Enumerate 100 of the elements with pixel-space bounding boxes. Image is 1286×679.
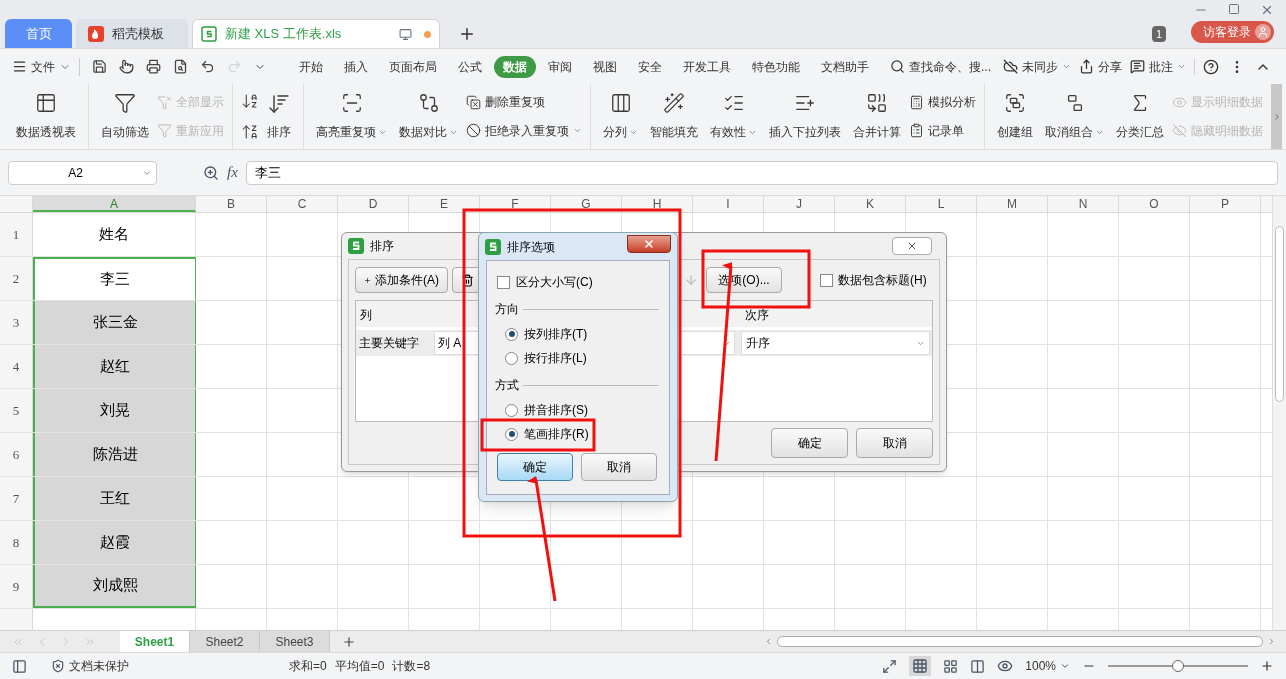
column-header[interactable]: D (338, 196, 409, 212)
column-header[interactable]: C (267, 196, 338, 212)
row-header[interactable]: 8 (0, 521, 33, 564)
menu-tab[interactable]: 插入 (335, 55, 377, 78)
ribbon-label: 删除重复项 (485, 94, 545, 112)
ribbon-label: 创建组 (997, 124, 1033, 141)
ribbon-label: 模拟分析 (928, 94, 976, 112)
row-header[interactable]: 1 (0, 213, 33, 256)
protection-status: 文档未保护 (69, 658, 129, 675)
column-header[interactable]: H (622, 196, 693, 212)
menu-tab[interactable]: 开发工具 (674, 55, 740, 78)
ribbon-small-button[interactable]: 拒绝录入重复项 (466, 121, 582, 140)
cancel-button[interactable]: 取消 (856, 428, 933, 458)
ribbon-button[interactable]: 自动筛选 (97, 88, 153, 145)
menu-action[interactable]: 分享 (1079, 57, 1122, 76)
radio-label[interactable]: 按行排序(L) (524, 349, 587, 367)
radio-label[interactable]: 按列排序(T) (524, 325, 588, 343)
formula-field[interactable]: 李三 (245, 160, 1278, 185)
ribbon-button[interactable]: 插入下拉列表 (765, 88, 845, 145)
status-statistic: 求和=0 (289, 658, 327, 675)
ribbon-button[interactable]: 取消组合 (1041, 88, 1108, 145)
column-header[interactable]: A (33, 196, 196, 212)
ribbon-small-button[interactable]: 记录单 (909, 121, 976, 140)
column-header[interactable]: O (1119, 196, 1190, 212)
sheet-tab[interactable]: Sheet3 (260, 631, 330, 652)
row-header[interactable]: 4 (0, 345, 33, 388)
ribbon-label: 高亮重复项 (316, 123, 387, 141)
menu-tab[interactable]: 数据 (494, 55, 536, 78)
ribbon-button[interactable]: 有效性 (706, 88, 761, 145)
cancel-button[interactable]: 取消 (581, 453, 657, 481)
column-header[interactable]: L (906, 196, 977, 212)
menu-tab[interactable]: 文档助手 (812, 55, 878, 78)
row-header[interactable]: 5 (0, 389, 33, 432)
document-tab[interactable]: 新建 XLS 工作表.xls (192, 19, 440, 48)
row-header[interactable]: 2 (0, 257, 33, 300)
row-header[interactable]: 6 (0, 433, 33, 476)
document-tab[interactable]: 稻壳模板 (76, 19, 188, 48)
ribbon-button[interactable]: 创建组 (993, 88, 1037, 145)
menu-tab[interactable]: 审阅 (539, 55, 581, 78)
table-cell: 陈浩进 (33, 433, 196, 476)
ribbon-button[interactable]: 数据透视表 (12, 88, 80, 145)
sort-button[interactable]: 排序 (263, 88, 295, 145)
ribbon-button[interactable]: 高亮重复项 (312, 88, 391, 145)
column-header[interactable]: B (196, 196, 267, 212)
ribbon-button[interactable]: 分列 (599, 88, 642, 145)
column-heading: 次序 (744, 307, 770, 324)
row-header[interactable]: 7 (0, 477, 33, 520)
column-header[interactable]: J (764, 196, 835, 212)
column-header[interactable]: F (480, 196, 551, 212)
ribbon-small-button[interactable]: 模拟分析 (909, 93, 976, 112)
column-header[interactable]: N (1048, 196, 1119, 212)
ribbon-button[interactable]: 智能填充 (646, 88, 702, 145)
column-header[interactable]: G (551, 196, 622, 212)
ribbon-small-button[interactable]: 删除重复项 (466, 93, 582, 112)
checkbox-label[interactable]: 区分大小写(C) (516, 273, 593, 291)
ribbon-button[interactable]: 合并计算 (849, 88, 905, 145)
column-header[interactable]: E (409, 196, 480, 212)
sheet-tab[interactable]: Sheet2 (190, 631, 260, 652)
column-heading: 列 (359, 307, 373, 324)
ribbon-button[interactable]: 分类汇总 (1112, 88, 1168, 145)
table-cell: 赵红 (33, 345, 196, 388)
ribbon-label: 取消组合 (1045, 123, 1104, 141)
row-header[interactable]: 3 (0, 301, 33, 344)
file-menu[interactable]: 文件 (12, 57, 80, 76)
menu-action[interactable]: 未同步 (1003, 57, 1071, 76)
radio-label[interactable]: 笔画排序(R) (524, 425, 589, 443)
radio-label[interactable]: 拼音排序(S) (524, 401, 588, 419)
ribbon-label: 自动筛选 (101, 124, 149, 141)
menu-tab[interactable]: 安全 (629, 55, 671, 78)
add-condition-button[interactable]: 添加条件(A) (355, 267, 448, 293)
checkbox-label[interactable]: 数据包含标题(H) (838, 271, 927, 289)
menu-action[interactable]: 批注 (1130, 57, 1186, 76)
order-dropdown[interactable]: 升序 (741, 331, 930, 355)
name-box[interactable]: A2 (8, 160, 157, 185)
table-cell: 张三金 (33, 301, 196, 344)
section-heading: 方向 (495, 301, 519, 318)
column-header[interactable]: M (977, 196, 1048, 212)
ribbon-label: 全部显示 (176, 94, 224, 112)
menu-tab[interactable]: 页面布局 (380, 55, 446, 78)
function-label[interactable]: fx (227, 161, 238, 184)
guest-login-button[interactable]: 访客登录 (1191, 21, 1274, 43)
ribbon-label: 分类汇总 (1116, 124, 1164, 141)
menu-tab[interactable]: 视图 (584, 55, 626, 78)
column-header[interactable]: I (693, 196, 764, 212)
dialog-title: 排序选项 (507, 238, 555, 256)
row-header[interactable]: 9 (0, 565, 33, 608)
ribbon-label: 拒绝录入重复项 (485, 122, 569, 140)
command-search[interactable]: 查找命令、搜... (890, 57, 991, 76)
menu-tab[interactable]: 特色功能 (743, 55, 809, 78)
options-button[interactable]: 选项(O)... (706, 267, 782, 293)
column-header[interactable]: K (835, 196, 906, 212)
window-count-badge[interactable]: 1 (1151, 26, 1166, 42)
confirm-button[interactable]: 确定 (497, 453, 573, 481)
ribbon-button[interactable]: 数据对比 (395, 88, 462, 145)
ribbon-label: 重新应用 (176, 122, 224, 140)
menu-tab[interactable]: 开始 (290, 55, 332, 78)
column-header[interactable]: P (1190, 196, 1261, 212)
confirm-button[interactable]: 确定 (771, 428, 848, 458)
menu-tab[interactable]: 公式 (449, 55, 491, 78)
zoom-level[interactable]: 100% (1025, 657, 1070, 675)
